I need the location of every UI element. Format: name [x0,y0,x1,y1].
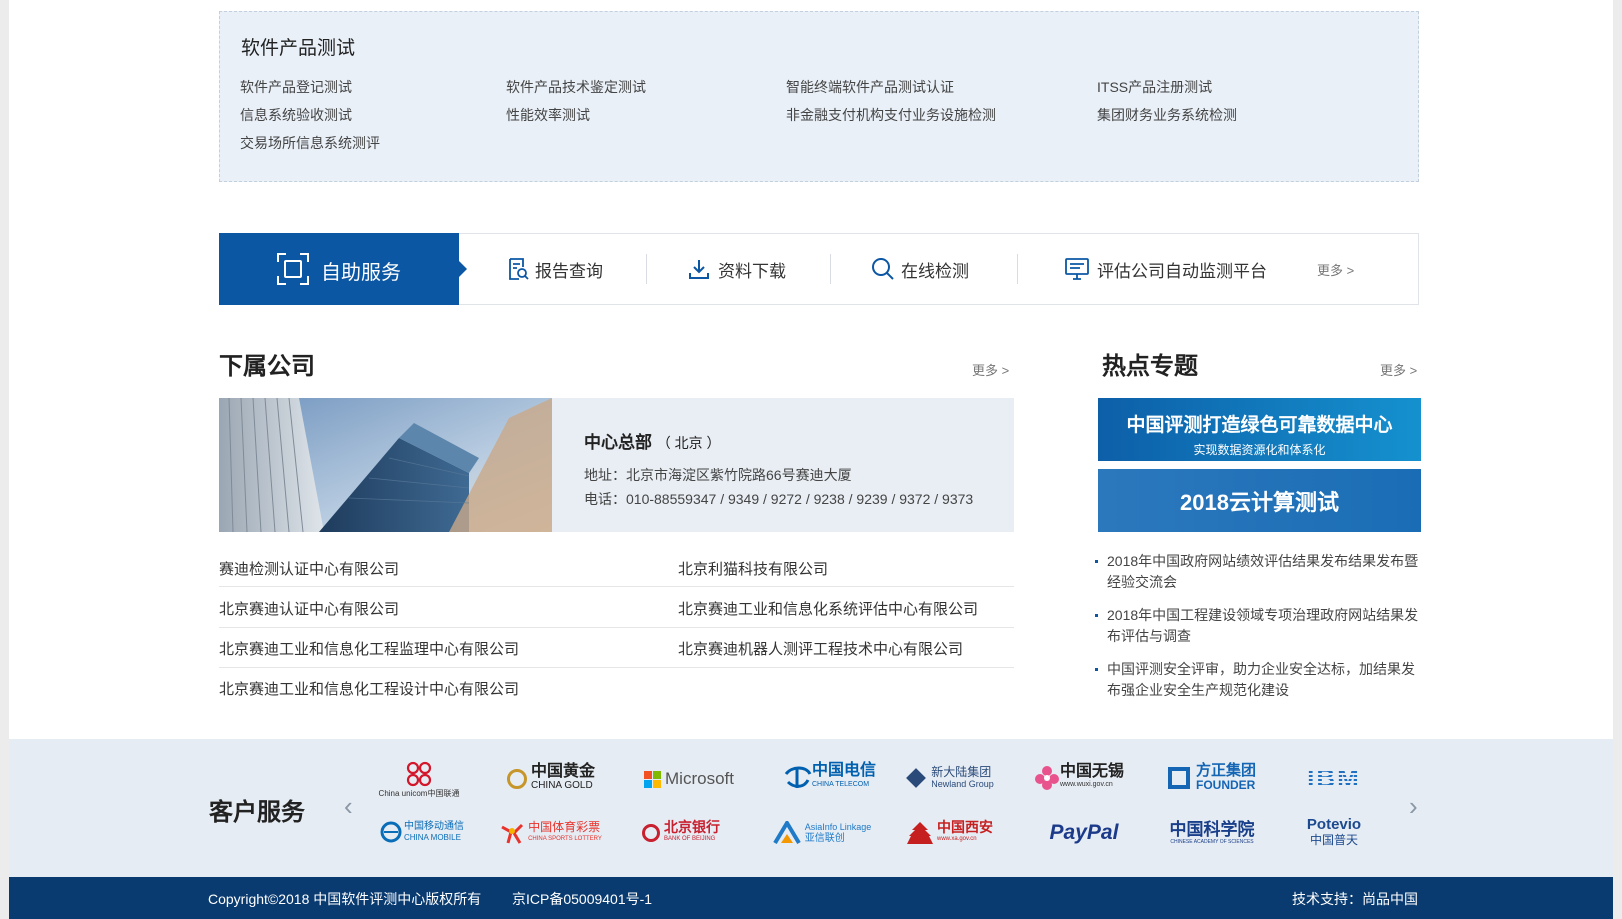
tech-support-link[interactable]: 技术支持：尚品中国 [1292,889,1418,909]
sp-item[interactable]: 交易场所信息系统测评 [240,133,380,153]
search-icon [871,257,895,281]
sp-item[interactable]: ITSS产品注册测试 [1097,77,1212,97]
company-link[interactable]: 北京赛迪工业和信息化工程设计中心有限公司 [219,678,519,699]
divider [1017,254,1018,284]
logo-cas[interactable]: 中国科学院 CHINESE ACADEMY OF SCIENCES [1157,817,1267,849]
hot-topics-more-link[interactable]: 更多 > [1380,360,1417,379]
company-link[interactable]: 赛迪检测认证中心有限公司 [219,558,399,579]
logo-ibm[interactable]: IBM [1294,763,1374,793]
asiainfo-triangle-icon [773,821,801,845]
self-service-tab[interactable]: 自助服务 [219,233,467,305]
hq-city: （ 北京 ） [656,435,721,451]
download-tab[interactable]: 资料下载 [688,234,786,304]
divider [646,254,647,284]
banner-title: 中国评测打造绿色可靠数据中心 [1126,415,1393,436]
telecom-swirl-icon [784,766,812,788]
logo-asiainfo[interactable]: AsiaInfo Linkage 亚信联创 [767,819,877,847]
company-link[interactable]: 北京赛迪工业和信息化工程监理中心有限公司 [219,638,519,659]
banner-subtitle: 实现数据资源化和体系化 [1193,443,1326,457]
logo-china-telecom[interactable]: 中国电信 CHINA TELECOM [769,759,889,797]
customers-title: 客户服务 [209,799,305,826]
report-query-tab[interactable]: 报告查询 [507,234,603,304]
monitor-platform-tab[interactable]: 评估公司自动监测平台 [1065,234,1267,304]
logo-sports-lottery[interactable]: 中国体育彩票 CHINA SPORTS LOTTERY [496,819,606,847]
page: 软件产品测试 软件产品登记测试 软件产品技术鉴定测试 智能终端软件产品测试认证 … [9,0,1613,919]
service-bar: 自助服务 报告查询 资料下载 在线检测 评估公司自动监测平台 更多 > [219,233,1419,305]
sp-item[interactable]: 软件产品登记测试 [240,77,352,97]
self-service-label: 自助服务 [321,262,401,284]
logo-paypal[interactable]: PayPal [1039,819,1129,847]
hq-name: 中心总部 （ 北京 ） [584,433,721,452]
sp-item[interactable]: 集团财务业务系统检测 [1097,105,1237,125]
banner-title: 2018云计算测试 [1180,490,1339,515]
row-divider [219,667,1014,668]
green-datacenter-banner[interactable]: 中国评测打造绿色可靠数据中心 实现数据资源化和体系化 [1098,398,1421,461]
online-check-label: 在线检测 [901,261,969,281]
cloud-testing-banner[interactable]: 2018云计算测试 [1098,469,1421,532]
customer-strip: 客户服务 ‹ › China unicom中国联通 中国黄金 CHINA GOL… [9,739,1613,877]
sp-item[interactable]: 信息系统验收测试 [240,105,352,125]
monitor-icon [1065,258,1089,280]
row-divider [219,627,1014,628]
wuxi-flower-icon [1034,766,1059,790]
building-image [219,398,552,532]
company-link[interactable]: 北京赛迪工业和信息化系统评估中心有限公司 [678,598,978,619]
logo-potevio[interactable]: Potevio 中国普天 [1294,815,1374,849]
logo-wuxi[interactable]: 中国无锡 www.wuxi.gov.cn [1024,761,1134,795]
software-products-title: 软件产品测试 [241,38,356,59]
newland-diamond-icon [906,768,927,788]
download-icon [688,258,710,280]
hot-topics-title: 热点专题 [1102,353,1198,380]
sp-item[interactable]: 性能效率测试 [506,105,590,125]
logo-china-gold[interactable]: 中国黄金 CHINA GOLD [496,761,606,797]
gold-icon [506,769,527,789]
logo-founder[interactable]: 方正集团 FOUNDER [1157,761,1267,795]
report-search-icon [507,257,529,281]
microsoft-squares-icon [644,770,662,788]
bob-coin-icon [642,824,660,842]
xian-pagoda-icon [907,822,933,844]
logo-china-mobile[interactable]: 中国移动通信 CHINA MOBILE [379,815,465,849]
sp-item[interactable]: 智能终端软件产品测试认证 [786,77,954,97]
company-link[interactable]: 北京赛迪机器人测评工程技术中心有限公司 [678,638,963,659]
logo-unicom[interactable]: China unicom中国联通 [379,755,459,803]
services-more-link[interactable]: 更多 > [1317,260,1354,279]
unicom-knot-icon [406,761,432,786]
prev-arrow-icon[interactable]: ‹ [344,791,353,822]
software-products-panel: 软件产品测试 软件产品登记测试 软件产品技术鉴定测试 智能终端软件产品测试认证 … [219,11,1419,182]
report-query-label: 报告查询 [535,261,603,281]
download-label: 资料下载 [718,261,786,281]
logo-microsoft[interactable]: Microsoft [639,765,739,793]
mobile-ring-icon [380,821,402,843]
self-service-icon [276,252,310,291]
news-item[interactable]: 2018年中国工程建设领域专项治理政府网站结果发布评估与调查 [1095,605,1425,647]
company-link[interactable]: 北京赛迪认证中心有限公司 [219,598,399,619]
logo-xian[interactable]: 中国西安 www.xa.gov.cn [899,817,999,849]
next-arrow-icon[interactable]: › [1409,791,1418,822]
hq-card: 中心总部 （ 北京 ） 地址：北京市海淀区紫竹院路66号赛迪大厦 电话：010-… [219,398,1014,532]
company-link[interactable]: 北京利猫科技有限公司 [678,558,828,579]
news-item[interactable]: 2018年中国政府网站绩效评估结果发布结果发布暨经验交流会 [1095,551,1425,593]
logo-bank-of-beijing[interactable]: 北京银行 BANK OF BEIJING [633,819,729,847]
hq-phone: 电话：010-88559347 / 9349 / 9272 / 9238 / 9… [584,491,974,507]
online-check-tab[interactable]: 在线检测 [871,234,969,304]
lottery-star-icon [501,823,524,844]
subsidiaries-title: 下属公司 [219,353,315,380]
row-divider [219,586,1014,587]
news-item[interactable]: 中国评测安全评审，助力企业安全达标，加结果发布强企业安全生产规范化建设 [1095,659,1425,701]
logo-newland[interactable]: 新大陆集团 Newland Group [904,761,999,795]
founder-square-icon [1167,767,1190,789]
divider [830,254,831,284]
sp-item[interactable]: 软件产品技术鉴定测试 [506,77,646,97]
icp-link[interactable]: 京ICP备05009401号-1 [512,889,652,909]
hq-address: 地址：北京市海淀区紫竹院路66号赛迪大厦 [584,467,852,483]
footer: Copyright©2018 中国软件评测中心版权所有 京ICP备0500940… [9,877,1613,919]
copyright-text: Copyright©2018 中国软件评测中心版权所有 [208,891,482,907]
sp-item[interactable]: 非金融支付机构支付业务设施检测 [786,105,996,125]
subsidiaries-more-link[interactable]: 更多 > [972,360,1009,379]
monitor-platform-label: 评估公司自动监测平台 [1097,261,1267,281]
